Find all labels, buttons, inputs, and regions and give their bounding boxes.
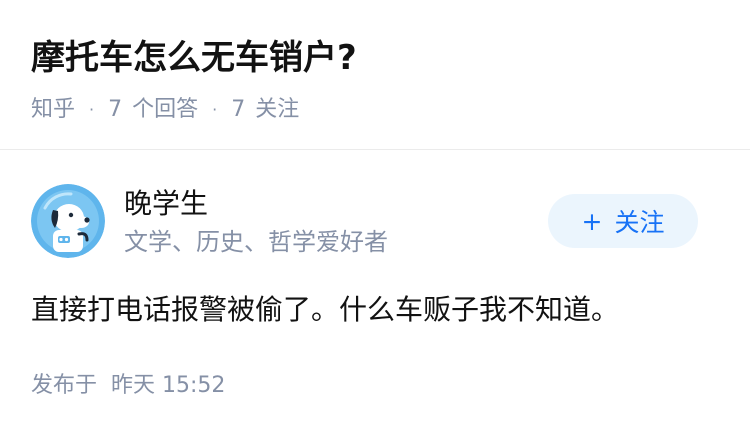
answers-label: 个回答 bbox=[132, 97, 199, 122]
question-header: 摩托车怎么无车销户? 知乎 · 7 个回答 · 7 关注 bbox=[0, 0, 750, 150]
author-bio: 文学、历史、哲学爱好者 bbox=[124, 228, 388, 256]
question-title[interactable]: 摩托车怎么无车销户? bbox=[31, 36, 357, 80]
avatar[interactable] bbox=[31, 184, 105, 258]
published-label: 发布于 bbox=[31, 373, 98, 398]
follow-button[interactable]: + 关注 bbox=[548, 194, 698, 248]
answer-card: 晚学生 文学、历史、哲学爱好者 + 关注 直接打电话报警被偷了。什么车贩子我不知… bbox=[0, 150, 750, 438]
author-name[interactable]: 晚学生 bbox=[124, 186, 208, 222]
answers-count-group[interactable]: 7 个回答 bbox=[108, 94, 198, 126]
separator-dot: · bbox=[212, 100, 218, 119]
answers-count: 7 bbox=[108, 97, 123, 122]
answer-time: 发布于 昨天 15:52 bbox=[31, 370, 225, 402]
separator-dot: · bbox=[89, 100, 95, 119]
source-label[interactable]: 知乎 bbox=[31, 94, 75, 126]
published-time: 昨天 15:52 bbox=[111, 373, 226, 398]
followers-label: 关注 bbox=[255, 97, 300, 122]
dog-avatar-icon bbox=[31, 184, 105, 258]
page: 摩托车怎么无车销户? 知乎 · 7 个回答 · 7 关注 晚学生 文学、历史、哲… bbox=[0, 0, 750, 438]
plus-icon: + bbox=[581, 206, 603, 236]
follow-label: 关注 bbox=[614, 208, 665, 237]
question-meta: 知乎 · 7 个回答 · 7 关注 bbox=[31, 94, 299, 126]
followers-count-group[interactable]: 7 关注 bbox=[231, 94, 299, 126]
answer-content: 直接打电话报警被偷了。什么车贩子我不知道。 bbox=[31, 293, 620, 326]
followers-count: 7 bbox=[231, 97, 246, 122]
